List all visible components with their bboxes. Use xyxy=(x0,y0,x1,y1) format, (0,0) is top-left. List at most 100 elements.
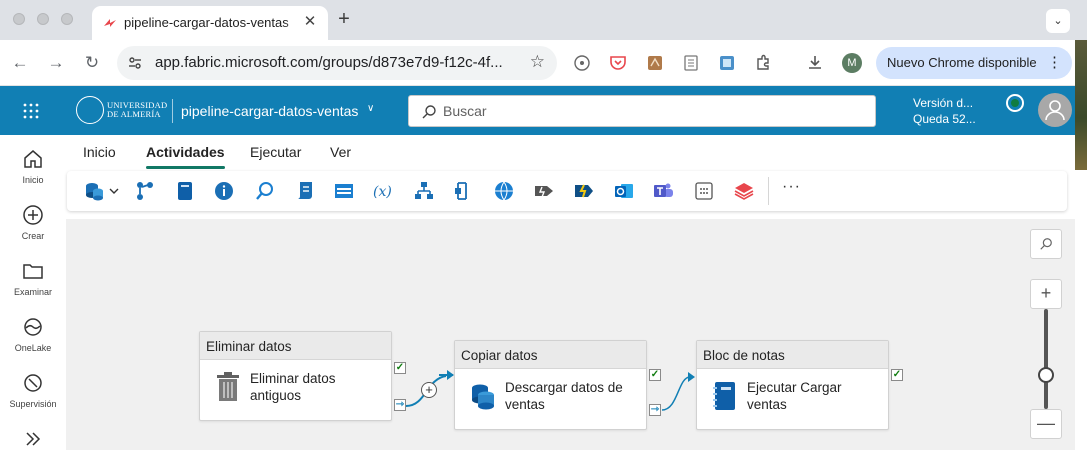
tab-inicio[interactable]: Inicio xyxy=(83,144,116,160)
activity-copy-data[interactable]: Copiar datos Descargar datos de ventas xyxy=(454,340,647,430)
person-icon xyxy=(1045,100,1065,121)
left-navigation: Inicio Crear Examinar OneLake Supervisió… xyxy=(0,135,66,450)
app-launcher-waffle-icon[interactable] xyxy=(18,98,44,124)
if-condition-icon[interactable] xyxy=(413,180,435,202)
activity-delete-data[interactable]: Eliminar datos Eliminar datos antiguos xyxy=(199,331,392,421)
zoom-window-button[interactable] xyxy=(61,13,73,25)
nav-item-workloads[interactable] xyxy=(0,419,66,471)
get-metadata-icon[interactable] xyxy=(213,180,235,202)
nav-item-onelake[interactable]: OneLake xyxy=(0,307,66,359)
browser-tab[interactable]: pipeline-cargar-datos-ventas ✕ xyxy=(92,6,328,40)
account-avatar[interactable] xyxy=(1038,93,1072,127)
fabric-pipeline-favicon-icon xyxy=(104,19,116,27)
notifications-icon[interactable] xyxy=(1006,94,1024,112)
activity-type: Copiar datos xyxy=(461,348,538,363)
nav-item-browse[interactable]: Examinar xyxy=(0,251,66,303)
activity-type: Eliminar datos xyxy=(206,339,292,354)
nav-item-monitor[interactable]: Supervisión xyxy=(0,363,66,415)
nav-item-home[interactable]: Inicio xyxy=(0,139,66,191)
nav-item-create[interactable]: Crear xyxy=(0,195,66,247)
onelake-icon xyxy=(24,318,42,336)
zoom-slider-thumb[interactable] xyxy=(1038,367,1054,383)
activities-toolbar: (x) ··· xyxy=(67,171,1067,211)
activity-name: Eliminar datos antiguos xyxy=(250,371,336,403)
zoom-slider-track[interactable] xyxy=(1044,309,1048,409)
browser-toolbar: ← → ↻ app.fabric.microsoft.com/groups/d8… xyxy=(0,40,1087,86)
on-success-port[interactable]: ✓ xyxy=(649,369,661,381)
svg-text:(x): (x) xyxy=(373,184,392,200)
chrome-profile-avatar[interactable]: M xyxy=(842,53,862,73)
stored-procedure-icon[interactable] xyxy=(333,180,355,202)
back-button[interactable]: ← xyxy=(9,52,31,74)
activity-header: Eliminar datos xyxy=(200,332,391,360)
reader-icon[interactable] xyxy=(682,54,700,72)
create-icon xyxy=(23,205,43,225)
close-window-button[interactable] xyxy=(13,13,25,25)
connector-arrowhead xyxy=(688,372,695,382)
nav-item-label: Crear xyxy=(21,231,45,241)
chevron-down-icon[interactable]: ∨ xyxy=(367,103,374,114)
teams-icon[interactable] xyxy=(652,180,674,202)
foreach-icon[interactable] xyxy=(693,180,715,202)
notebook-icon[interactable] xyxy=(174,180,196,202)
search-icon xyxy=(422,105,436,119)
tab-ver[interactable]: Ver xyxy=(330,144,351,160)
tab-actividades[interactable]: Actividades xyxy=(146,144,225,169)
azure-function-icon[interactable] xyxy=(573,180,595,202)
new-tab-button[interactable]: + xyxy=(334,8,354,32)
pocket-icon[interactable] xyxy=(609,54,627,72)
on-success-port[interactable]: ✓ xyxy=(891,369,903,381)
reload-button[interactable]: ↻ xyxy=(81,52,103,74)
header-divider xyxy=(172,99,173,123)
app-header: UNIVERSIDAD DE ALMERÍA pipeline-cargar-d… xyxy=(0,86,1075,135)
site-settings-icon[interactable] xyxy=(127,55,143,71)
activity-notebook[interactable]: Bloc de notas Ejecutar Cargar ventas xyxy=(696,340,889,430)
tab-close-button[interactable]: ✕ xyxy=(300,12,320,32)
activity-header: Bloc de notas xyxy=(697,341,888,369)
bookmark-star-icon[interactable]: ☆ xyxy=(530,52,545,72)
outlook-icon[interactable] xyxy=(613,180,635,202)
search-box[interactable]: Buscar xyxy=(408,95,876,127)
zoom-controls: + — xyxy=(1030,229,1062,450)
organization-logo[interactable]: UNIVERSIDAD DE ALMERÍA xyxy=(76,96,167,126)
chrome-update-button[interactable]: Nuevo Chrome disponible ⋮ xyxy=(876,47,1072,79)
tab-ejecutar[interactable]: Ejecutar xyxy=(250,144,301,160)
on-completion-port[interactable]: ⇾ xyxy=(394,399,406,411)
activity-type: Bloc de notas xyxy=(703,348,785,363)
trash-icon xyxy=(217,372,239,401)
minimize-window-button[interactable] xyxy=(37,13,49,25)
add-activity-button[interactable]: + xyxy=(421,382,437,398)
forward-button[interactable]: → xyxy=(45,52,67,74)
copy-data-dropdown-icon[interactable] xyxy=(83,180,121,202)
pipeline-canvas[interactable]: Eliminar datos Eliminar datos antiguos ✓… xyxy=(66,219,1075,450)
extension-brown-icon[interactable] xyxy=(646,54,664,72)
switch-icon[interactable] xyxy=(452,180,474,202)
address-bar[interactable]: app.fabric.microsoft.com/groups/d873e7d9… xyxy=(117,46,557,80)
activity-header: Copiar datos xyxy=(455,341,646,369)
set-variable-icon[interactable]: (x) xyxy=(372,180,394,202)
on-success-port[interactable]: ✓ xyxy=(394,362,406,374)
downloads-icon[interactable] xyxy=(806,54,824,72)
webhook-icon[interactable] xyxy=(533,180,555,202)
university-seal-icon xyxy=(76,96,104,124)
script-icon[interactable] xyxy=(294,180,316,202)
tab-search-button[interactable]: ⌄ xyxy=(1046,9,1070,33)
zoom-out-button[interactable]: — xyxy=(1030,409,1062,439)
zoom-search-button[interactable] xyxy=(1030,229,1062,259)
search-input[interactable]: Buscar xyxy=(443,103,487,119)
layers-icon[interactable] xyxy=(733,180,755,202)
item-name-dropdown[interactable]: pipeline-cargar-datos-ventas xyxy=(181,103,358,119)
web-icon[interactable] xyxy=(493,180,515,202)
lookup-icon[interactable] xyxy=(254,180,276,202)
extension-blue-icon[interactable] xyxy=(718,54,736,72)
on-completion-port[interactable]: ⇾ xyxy=(649,404,661,416)
extensions-puzzle-icon[interactable] xyxy=(754,54,772,72)
chrome-menu-icon[interactable]: ⋮ xyxy=(1047,53,1062,71)
url-text[interactable]: app.fabric.microsoft.com/groups/d873e7d9… xyxy=(155,54,515,71)
zoom-in-button[interactable]: + xyxy=(1030,279,1062,309)
extension-circle-icon[interactable] xyxy=(573,54,591,72)
dataflow-icon[interactable] xyxy=(134,180,156,202)
trial-status[interactable]: Versión d... Queda 52... xyxy=(913,95,979,127)
more-options-icon[interactable]: ··· xyxy=(782,178,801,196)
activity-name: Ejecutar Cargar ventas xyxy=(747,380,842,412)
